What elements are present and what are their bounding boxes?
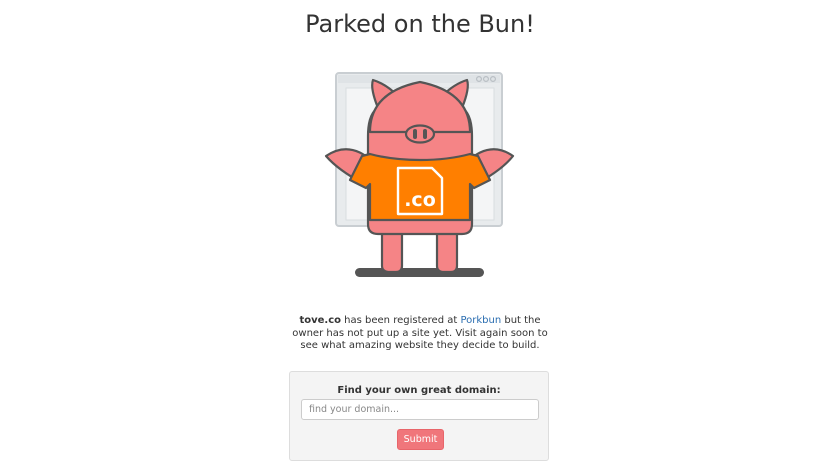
page-title: Parked on the Bun! xyxy=(305,10,535,38)
porkbun-link[interactable]: Porkbun xyxy=(460,315,501,326)
parked-page: Parked on the Bun! .co tove.co has been … xyxy=(0,0,840,472)
message-text-before: has been registered at xyxy=(341,315,461,326)
domain-search-panel: Find your own great domain: Submit xyxy=(289,371,549,461)
tld-label: .co xyxy=(404,189,436,211)
ground-shadow xyxy=(355,268,484,277)
parked-message: tove.co has been registered at Porkbun b… xyxy=(290,315,550,353)
search-heading: Find your own great domain: xyxy=(337,385,501,396)
pig-illustration: .co xyxy=(320,66,520,284)
domain-name: tove.co xyxy=(299,315,341,326)
submit-button[interactable]: Submit xyxy=(397,429,444,450)
domain-search-input[interactable] xyxy=(301,399,539,420)
